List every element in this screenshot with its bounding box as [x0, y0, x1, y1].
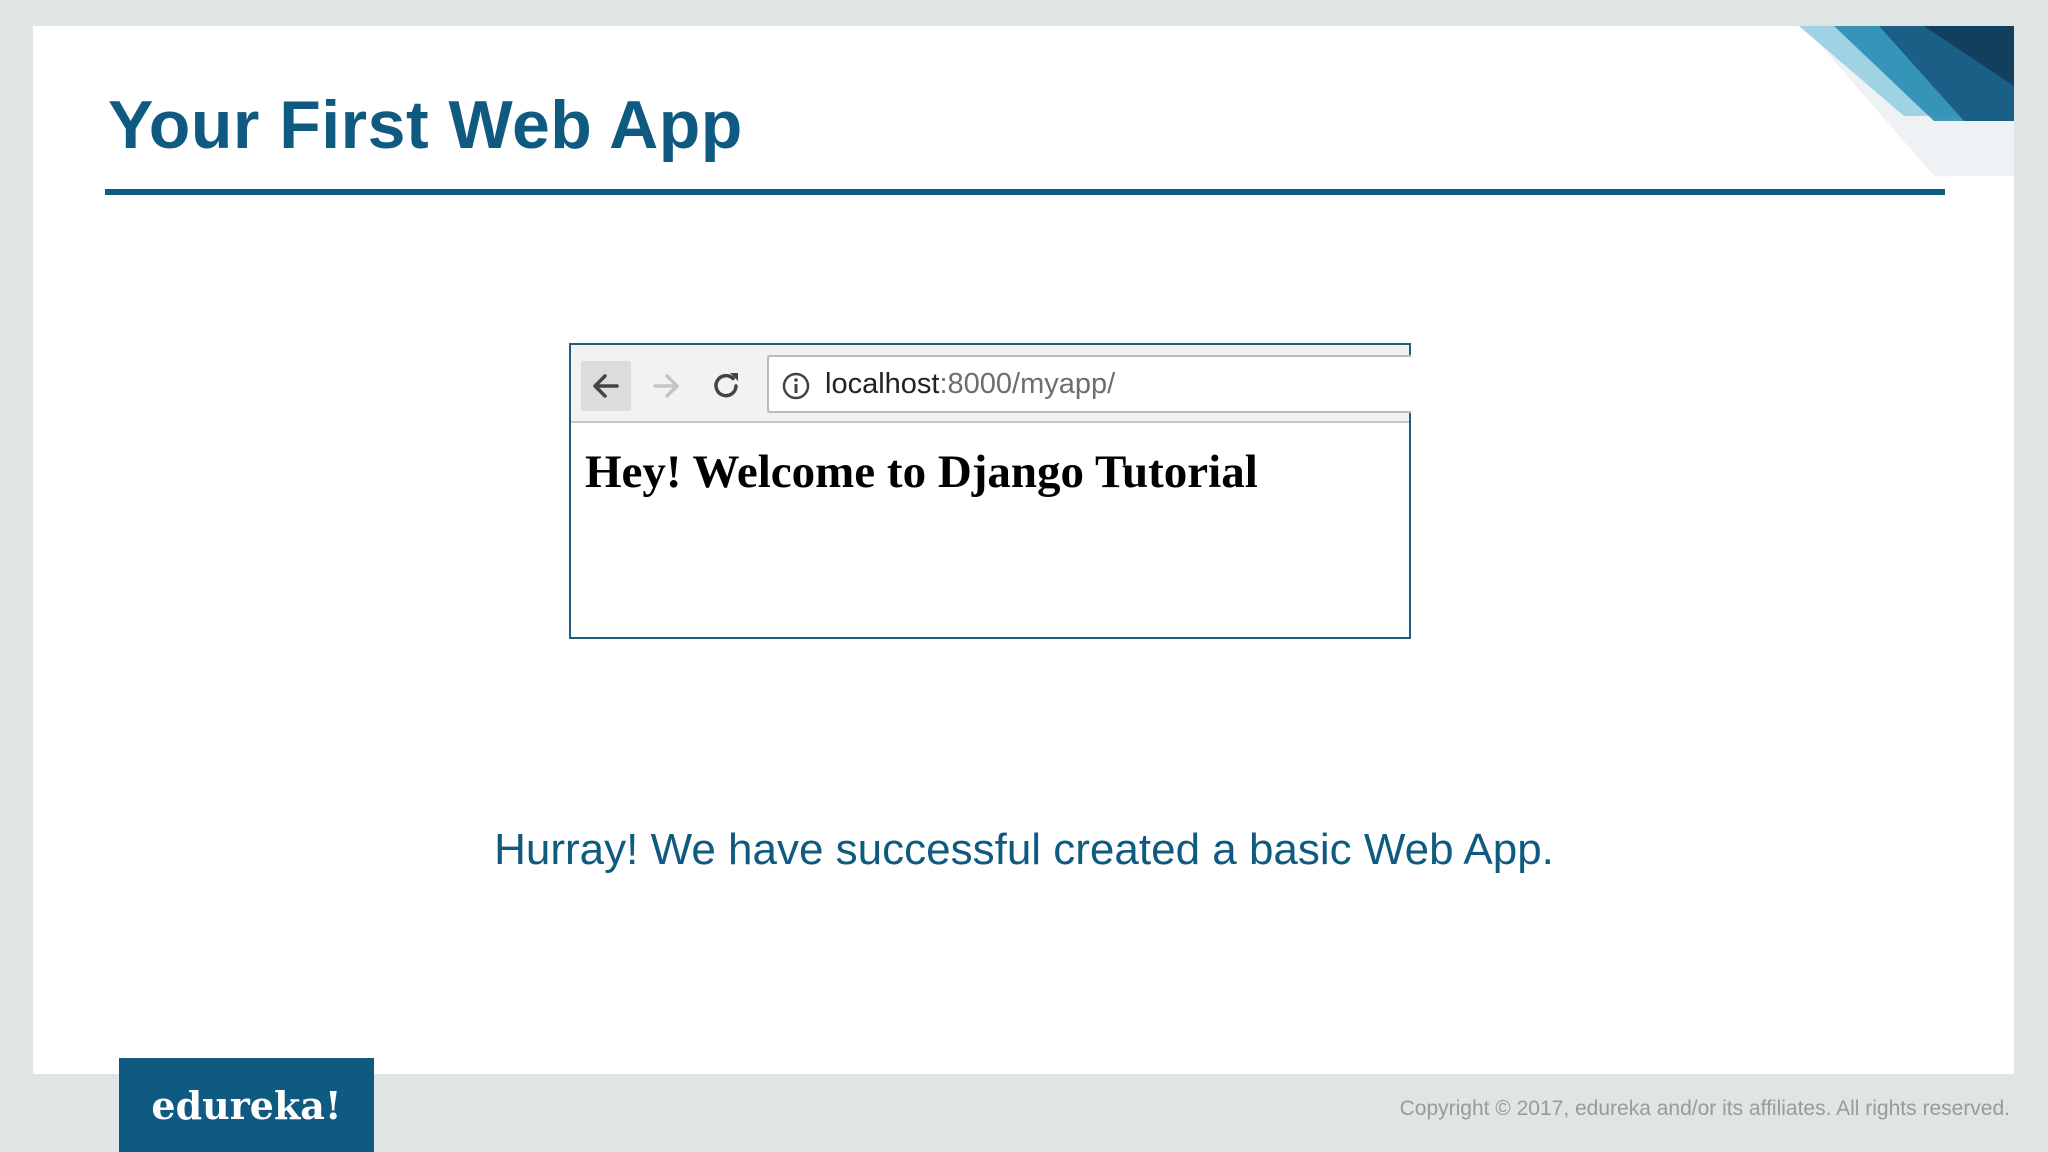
- url-host: localhost: [825, 368, 940, 400]
- page-title: Your First Web App: [108, 87, 743, 163]
- info-icon[interactable]: [781, 371, 811, 401]
- edureka-logo: edureka!: [119, 1058, 374, 1152]
- copyright-text: Copyright © 2017, edureka and/or its aff…: [1399, 1097, 2010, 1120]
- browser-toolbar: localhost:8000/myapp/: [571, 345, 1411, 423]
- back-button[interactable]: [581, 361, 631, 411]
- page-heading: Hey! Welcome to Django Tutorial: [585, 446, 1258, 498]
- corner-decoration-icon: [1799, 26, 2014, 176]
- address-bar[interactable]: localhost:8000/myapp/: [767, 355, 1411, 413]
- forward-button[interactable]: [641, 361, 691, 411]
- url-path: :8000/myapp/: [939, 368, 1116, 400]
- url-text[interactable]: localhost:8000/myapp/: [825, 368, 1115, 401]
- reload-icon: [714, 373, 738, 398]
- browser-window: localhost:8000/myapp/ Hey! Welcome to Dj…: [569, 343, 1411, 639]
- forward-arrow-icon: [653, 374, 679, 398]
- back-arrow-icon: [593, 374, 619, 398]
- success-message: Hurray! We have successful created a bas…: [494, 825, 1554, 874]
- title-divider: [105, 189, 1945, 195]
- reload-button[interactable]: [701, 361, 751, 411]
- logo-text: edureka!: [151, 1082, 342, 1128]
